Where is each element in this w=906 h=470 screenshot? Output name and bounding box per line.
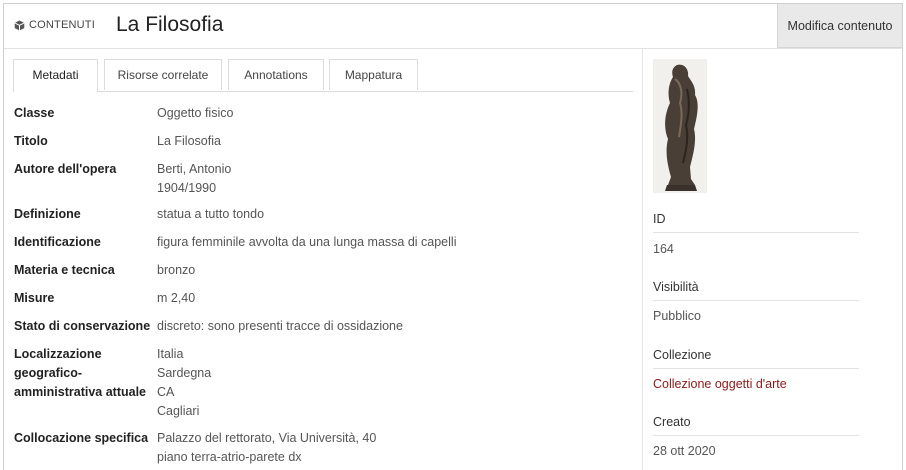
- statue-image: [653, 59, 707, 193]
- field-value: discreto: sono presenti tracce di ossida…: [157, 319, 403, 333]
- field-value: La Filosofia: [157, 134, 221, 148]
- field-label: Definizione: [14, 207, 81, 221]
- field-label: Autore dell'opera: [14, 162, 117, 176]
- field-label: Titolo: [14, 134, 48, 148]
- field-label: Identificazione: [14, 235, 101, 249]
- created-value: 28 ott 2020: [653, 444, 716, 458]
- tab-risorse-correlate[interactable]: Risorse correlate: [104, 59, 222, 90]
- field-value: Palazzo del rettorato, Via Università, 4…: [157, 431, 377, 464]
- field-label: Stato di conservazione: [14, 319, 151, 333]
- page-title: La Filosofia: [116, 13, 224, 36]
- id-label: ID: [653, 212, 859, 233]
- field-value: Berti, Antonio 1904/1990: [157, 162, 232, 195]
- visibility-label: Visibilità: [653, 280, 859, 301]
- visibility-value: Pubblico: [653, 309, 701, 323]
- field-label: Classe: [14, 106, 55, 120]
- field-label: Localizzazione geografico-amministrativa …: [14, 347, 146, 399]
- field-value: Oggetto fisico: [157, 106, 234, 120]
- field-label: Misure: [14, 291, 55, 305]
- breadcrumb-label: CONTENUTI: [29, 19, 95, 31]
- field-value: bronzo: [157, 263, 196, 277]
- tab-metadati[interactable]: Metadati: [13, 59, 98, 92]
- content-window: CONTENUTI La Filosofia Modifica contenut…: [3, 3, 903, 470]
- field-value: m 2,40: [157, 291, 196, 305]
- tab-bar: Metadati Risorse correlate Annotations M…: [13, 59, 633, 92]
- field-label: Collocazione specifica: [14, 431, 149, 445]
- edit-content-button[interactable]: Modifica contenuto: [777, 4, 902, 48]
- field-value: Italia Sardegna CA Cagliari: [157, 347, 212, 418]
- artwork-thumbnail[interactable]: [653, 59, 707, 193]
- tab-mappatura[interactable]: Mappatura: [329, 59, 418, 90]
- id-value: 164: [653, 242, 674, 256]
- info-sidebar: ID 164 Visibilità Pubblico Collezione Co…: [643, 49, 902, 470]
- breadcrumb[interactable]: CONTENUTI: [14, 19, 95, 31]
- cube-icon: [14, 20, 25, 30]
- created-label: Creato: [653, 415, 859, 436]
- collection-label: Collezione: [653, 348, 859, 369]
- field-label: Materia e tecnica: [14, 263, 115, 277]
- collection-link[interactable]: Collezione oggetti d'arte: [653, 377, 787, 391]
- metadata-panel: Metadati Risorse correlate Annotations M…: [4, 49, 643, 470]
- field-value: statua a tutto tondo: [157, 207, 265, 221]
- tab-annotations[interactable]: Annotations: [228, 59, 324, 90]
- top-bar: CONTENUTI La Filosofia Modifica contenut…: [4, 4, 902, 49]
- field-value: figura femminile avvolta da una lunga ma…: [157, 235, 457, 249]
